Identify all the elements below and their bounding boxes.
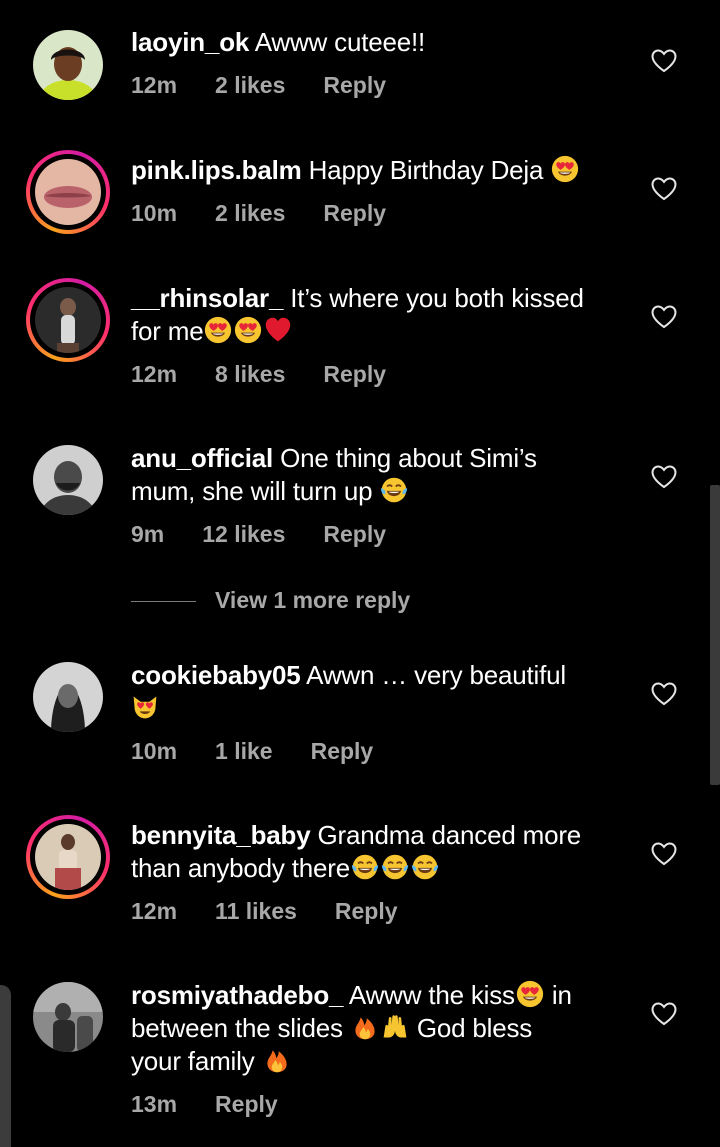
red-heart-emoji-icon (264, 316, 292, 344)
username-link[interactable]: laoyin_ok (131, 27, 249, 57)
reply-button[interactable]: Reply (323, 72, 386, 98)
comment-meta: 12m 2 likes Reply (131, 72, 424, 99)
comment-text: bennyita_baby Grandma danced more than a… (131, 819, 631, 885)
like-heart-icon[interactable] (651, 49, 677, 73)
username-link[interactable]: anu_official (131, 443, 273, 473)
like-heart-icon[interactable] (651, 682, 677, 706)
comment-message-continued: your family (131, 1046, 255, 1076)
comment-message-continued: between the slides (131, 1013, 343, 1043)
comment-text: cookiebaby05 Awwn … very beautiful (131, 659, 631, 725)
likes-count[interactable]: 1 like (215, 738, 273, 764)
comment-meta: 9m 12 likes Reply (131, 521, 424, 548)
tears-of-joy-emoji-icon (351, 853, 379, 881)
tears-of-joy-emoji-icon (381, 853, 409, 881)
user-avatar-photo-icon (33, 30, 103, 100)
user-avatar-photo-icon (33, 662, 103, 732)
comment-message: Grandma danced more (317, 820, 582, 850)
avatar[interactable] (26, 438, 110, 522)
comment-time: 12m (131, 898, 178, 924)
comment-meta: 10m 1 like Reply (131, 738, 411, 765)
heart-eyes-emoji-icon (516, 980, 544, 1008)
heart-eyes-emoji-icon (204, 316, 232, 344)
avatar[interactable] (26, 815, 110, 899)
edge-swipe-handle[interactable] (0, 985, 11, 1147)
comment-text: rosmiyathadebo_ Awww the kiss in between… (131, 979, 631, 1078)
like-heart-icon[interactable] (651, 465, 677, 489)
comment-time: 13m (131, 1091, 178, 1117)
comment-meta: 12m 8 likes Reply (131, 361, 424, 388)
comment-message-continued: for me (131, 316, 204, 346)
avatar[interactable] (26, 23, 110, 107)
comment-text: laoyin_ok Awww cuteee!! (131, 26, 631, 59)
fire-emoji-icon (351, 1013, 379, 1041)
user-avatar-photo-icon (33, 445, 103, 515)
user-avatar-photo-icon (35, 824, 101, 890)
likes-count[interactable]: 12 likes (202, 521, 285, 547)
avatar[interactable] (26, 975, 110, 1059)
like-heart-icon[interactable] (651, 177, 677, 201)
likes-count[interactable]: 11 likes (215, 898, 297, 924)
user-avatar-photo-icon (35, 287, 101, 353)
username-link[interactable]: pink.lips.balm (131, 155, 302, 185)
username-link[interactable]: bennyita_baby (131, 820, 311, 850)
reply-button[interactable]: Reply (323, 200, 386, 226)
fire-emoji-icon (263, 1046, 291, 1074)
comment-time: 12m (131, 361, 178, 387)
username-link[interactable]: cookiebaby05 (131, 660, 301, 690)
comment-time: 12m (131, 72, 178, 98)
likes-count[interactable]: 8 likes (215, 361, 285, 387)
heart-eyes-emoji-icon (551, 155, 579, 183)
avatar[interactable] (26, 278, 110, 362)
comment-time: 10m (131, 200, 178, 226)
comment-text: __rhinsolar_ It’s where you both kissed … (131, 282, 631, 348)
comment-message-continued: than anybody there (131, 853, 351, 883)
username-link[interactable]: rosmiyathadebo_ (131, 980, 343, 1010)
reply-button[interactable]: Reply (323, 521, 386, 547)
raised-hands-emoji-icon (381, 1013, 409, 1041)
user-avatar-photo-icon (35, 159, 101, 225)
comment-message-part: God bless (416, 1013, 533, 1043)
likes-count[interactable]: 2 likes (215, 72, 285, 98)
comment-message-part: in (551, 980, 572, 1010)
comment-text: anu_official One thing about Simi’s mum,… (131, 442, 631, 508)
comment-message: It’s where you both kissed (290, 283, 584, 313)
comment-message: Awww cuteee!! (254, 27, 426, 57)
comment-meta: 13m Reply (131, 1091, 316, 1118)
reply-button[interactable]: Reply (311, 738, 374, 764)
comment-time: 10m (131, 738, 178, 764)
comment-message: Awwn … very beautiful (306, 660, 566, 690)
username-link[interactable]: __rhinsolar_ (131, 283, 283, 313)
like-heart-icon[interactable] (651, 305, 677, 329)
user-avatar-photo-icon (33, 982, 103, 1052)
comment-meta: 10m 2 likes Reply (131, 200, 424, 227)
thread-divider (131, 601, 196, 602)
view-more-replies-label: View 1 more reply (215, 587, 411, 613)
comments-screen: laoyin_ok Awww cuteee!! 12m 2 likes Reply … (0, 0, 720, 1147)
reply-button[interactable]: Reply (323, 361, 386, 387)
reply-button[interactable]: Reply (335, 898, 398, 924)
like-heart-icon[interactable] (651, 1002, 677, 1026)
avatar[interactable] (26, 150, 110, 234)
comment-meta: 12m 11 likes Reply (131, 898, 436, 925)
heart-eyes-cat-emoji-icon (131, 693, 159, 721)
tears-of-joy-emoji-icon (380, 476, 408, 504)
comment-message-continued: mum, she will turn up (131, 476, 373, 506)
avatar[interactable] (26, 655, 110, 739)
comment-time: 9m (131, 521, 165, 547)
comment-message: Awww the kiss (348, 980, 515, 1010)
reply-button[interactable]: Reply (215, 1091, 278, 1117)
likes-count[interactable]: 2 likes (215, 200, 285, 226)
tears-of-joy-emoji-icon (411, 853, 439, 881)
scrollbar[interactable] (710, 485, 720, 785)
view-more-replies-button[interactable]: View 1 more reply (131, 587, 531, 619)
comment-text: pink.lips.balm Happy Birthday Deja (131, 154, 631, 187)
comment-message: One thing about Simi’s (280, 443, 537, 473)
heart-eyes-emoji-icon (234, 316, 262, 344)
like-heart-icon[interactable] (651, 842, 677, 866)
comment-message: Happy Birthday Deja (308, 155, 544, 185)
